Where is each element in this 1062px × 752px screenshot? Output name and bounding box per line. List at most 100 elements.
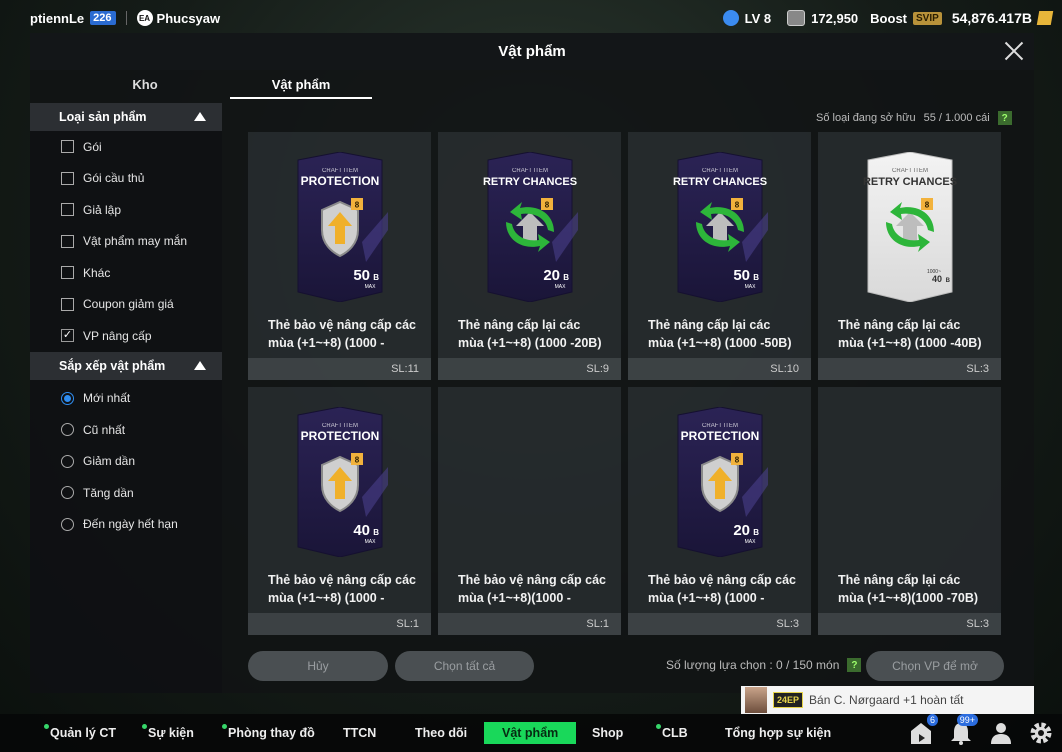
shop-play-icon[interactable]: 6 [908,714,938,746]
nav-item-label: Sự kiện [148,726,194,740]
profile-icon[interactable] [988,720,1014,746]
open-selected-button[interactable]: Chọn VP để mở [866,651,1004,681]
close-icon[interactable] [1002,39,1026,63]
svg-text:CRAFT ITEM: CRAFT ITEM [892,168,928,174]
nav-item[interactable]: Vật phẩm [484,722,577,744]
help-icon[interactable]: ? [847,658,862,672]
tab-vat-pham[interactable]: Vật phẩm [230,71,372,99]
item-name: Thẻ nâng cấp lại các mùa (+1~+8) (1000 -… [838,318,982,350]
selection-count: Số lượng lựa chọn : 0 / 150 món ? [666,658,862,672]
bottom-navigation: Quản lý CT Sự kiện Phòng thay đồ TTCN Theo d… [0,714,1062,752]
gear-icon[interactable] [1028,720,1054,746]
checkbox[interactable] [61,171,74,185]
item-quantity: SL:11 [248,358,431,380]
radio-button[interactable] [61,486,74,500]
item-card[interactable]: CRAFT ITEM PROTECTION 8 40 B MAX Thẻ bảo… [248,387,431,635]
tab-kho[interactable]: Kho [60,71,230,99]
filter-section-header[interactable]: Loại sản phẩm [30,103,222,131]
nav-item[interactable]: CLB [656,714,688,752]
item-art [862,407,958,557]
sort-option[interactable]: Cũ nhất [30,414,222,446]
sort-option[interactable]: Đến ngày hết hạn [30,509,222,541]
nav-item[interactable]: Shop [592,714,623,752]
checkbox[interactable] [61,266,74,280]
user-info[interactable]: ptiennLe 226 [30,11,116,26]
item-art: CRAFT ITEM RETRY CHANCES 8 20 B MAX [482,151,578,303]
filter-option-label: VP nâng cấp [83,328,152,343]
bp-icon [1036,11,1054,25]
item-name: Thẻ nâng cấp lại các mùa (+1~+8)(1000 -7… [838,573,979,605]
radio-button[interactable] [61,391,74,405]
item-card[interactable]: Thẻ nâng cấp lại các mùa (+1~+8)(1000 -7… [818,387,1001,635]
sort-option[interactable]: Tăng dần [30,477,222,509]
item-name: Thẻ bảo vệ nâng cấp các mùa (+1~+8) (100… [648,573,796,605]
nav-item[interactable]: Theo dõi [415,714,467,752]
filter-option[interactable]: Vật phẩm may mắn [30,226,222,258]
checkbox[interactable] [61,297,74,311]
svg-text:8: 8 [735,201,740,210]
filter-option[interactable]: Coupon giảm giá [30,289,222,321]
item-card[interactable]: CRAFT ITEM RETRY CHANCES 8 40 B 1000~ Th… [818,132,1001,380]
sort-option[interactable]: Mới nhất [30,383,222,415]
checkbox[interactable] [61,203,74,217]
item-card[interactable]: CRAFT ITEM RETRY CHANCES 8 50 B MAX Thẻ … [628,132,811,380]
item-card[interactable]: Thẻ bảo vệ nâng cấp các mùa (+1~+8)(1000… [438,387,621,635]
sort-option-label: Tăng dần [83,485,134,500]
radio-button[interactable] [61,423,74,437]
filter-option[interactable]: Khác [30,257,222,289]
collapse-triangle-icon[interactable] [194,112,206,121]
craft-item-card-icon: CRAFT ITEM RETRY CHANCES 8 20 B MAX [483,151,578,303]
bell-icon[interactable]: 99+ [948,714,978,746]
nav-item[interactable]: Sự kiện [142,714,194,752]
filter-option[interactable]: Gói cầu thủ [30,163,222,195]
radio-button[interactable] [61,517,74,531]
filter-option[interactable]: Giả lập [30,194,222,226]
item-quantity: SL:1 [438,613,621,635]
svg-text:PROTECTION: PROTECTION [301,429,380,443]
svg-text:MAX: MAX [365,284,377,290]
new-dot-icon [656,724,661,729]
svg-text:CRAFT ITEM: CRAFT ITEM [702,168,738,174]
sort-option[interactable]: Giảm dần [30,446,222,478]
select-all-button[interactable]: Chọn tất cả [395,651,534,681]
sort-option-label: Mới nhất [83,391,131,406]
item-card[interactable]: CRAFT ITEM PROTECTION 8 20 B MAX Thẻ bảo… [628,387,811,635]
filter-sidebar: Loại sản phẩm Gói Gói cầu thủ Giả lập Vậ… [30,103,222,693]
cancel-button[interactable]: Hủy [248,651,388,681]
help-icon[interactable]: ? [997,111,1012,125]
filter-option[interactable]: Gói [30,131,222,163]
item-name: Thẻ bảo vệ nâng cấp các mùa (+1~+8)(1000… [458,573,606,605]
filter-option[interactable]: ✓ VP nâng cấp [30,320,222,352]
item-card[interactable]: CRAFT ITEM PROTECTION 8 50 B MAX Thẻ bảo… [248,132,431,380]
nav-item-label: CLB [662,726,688,740]
nav-item[interactable]: Quản lý CT [44,714,116,752]
filter-option-label: Gói [83,139,102,154]
nav-item[interactable]: Phòng thay đồ [222,714,315,752]
toast-notification[interactable]: 24EP Bán C. Nørgaard +1 hoàn tất [741,686,1034,714]
svg-text:20: 20 [543,267,560,284]
level-icon [722,10,739,26]
svg-text:40: 40 [353,522,370,539]
sort-section-header[interactable]: Sắp xếp vật phẩm [30,351,222,380]
nav-item[interactable]: TTCN [343,714,376,752]
boost-label[interactable]: Boost [870,11,907,26]
collapse-triangle-icon[interactable] [194,360,206,370]
item-art: CRAFT ITEM PROTECTION 8 50 B MAX [292,151,388,303]
item-card[interactable]: CRAFT ITEM RETRY CHANCES 8 20 B MAX Thẻ … [438,132,621,380]
svg-text:8: 8 [925,201,930,210]
svg-text:B: B [373,273,379,282]
svg-text:CRAFT ITEM: CRAFT ITEM [512,168,548,174]
coin-icon [787,10,806,26]
nav-item-label: Shop [592,726,624,740]
radio-button[interactable] [61,454,74,468]
nav-item-label: Theo dõi [415,726,468,740]
nav-item[interactable]: Tổng hợp sự kiện [725,714,831,752]
nav-item-label: Phòng thay đồ [228,726,315,740]
player-avatar [745,687,767,713]
checkbox[interactable]: ✓ [61,329,74,343]
checkbox[interactable] [61,140,74,154]
filter-section-title: Loại sản phẩm [59,110,147,124]
items-modal: Vật phẩm Kho Vật phẩm Loại sản phẩm Gói … [30,33,1034,693]
checkbox[interactable] [61,234,74,248]
item-quantity: SL:3 [818,358,1001,380]
